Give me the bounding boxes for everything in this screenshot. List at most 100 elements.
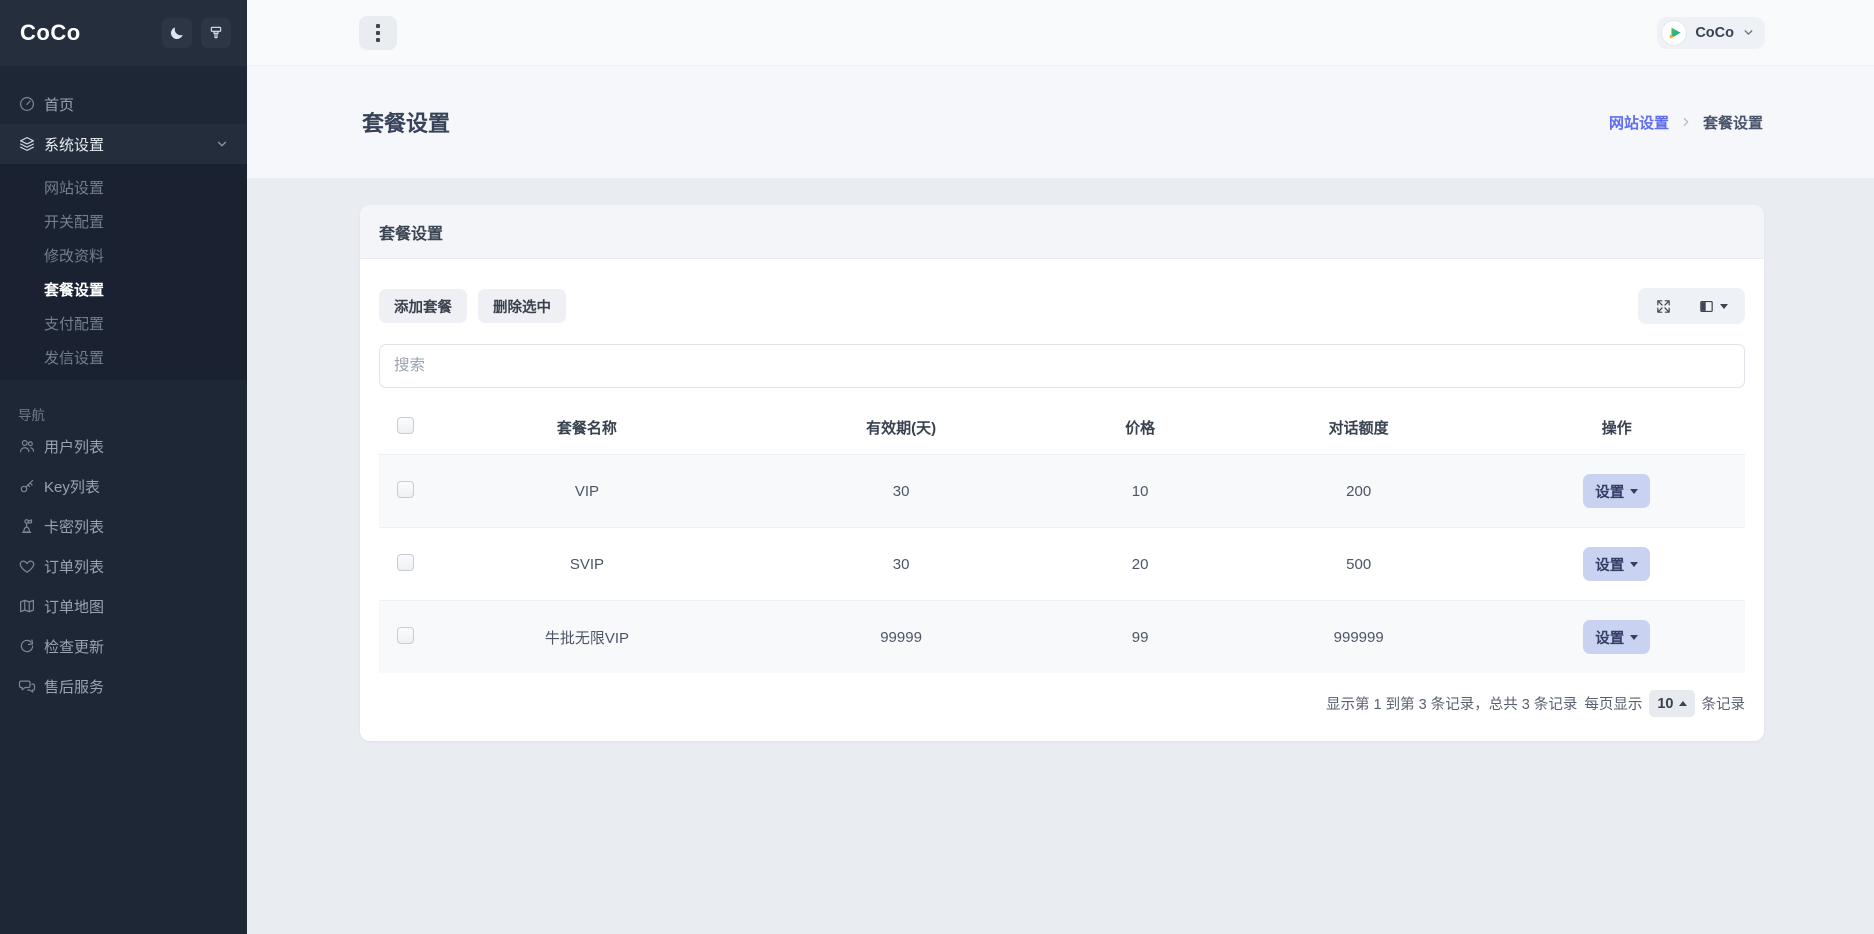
row-settings-button[interactable]: 设置: [1583, 474, 1650, 508]
delete-selected-button[interactable]: 删除选中: [478, 289, 566, 323]
cell-quota: 200: [1229, 455, 1489, 528]
caret-down-icon: [1630, 635, 1638, 640]
row-checkbox[interactable]: [397, 627, 414, 644]
main-area: CoCo 套餐设置 网站设置 套餐设置 套餐设置: [247, 0, 1874, 934]
columns-toggle-button[interactable]: [1685, 288, 1741, 324]
per-page-select[interactable]: 10: [1649, 690, 1694, 717]
pagination-bar: 显示第 1 到第 3 条记录，总共 3 条记录 每页显示 10 条记录: [379, 690, 1745, 719]
page-title: 套餐设置: [362, 106, 450, 138]
card-header: 套餐设置: [360, 205, 1764, 259]
user-menu-button[interactable]: CoCo: [1657, 17, 1765, 49]
cell-price: 10: [1051, 455, 1229, 528]
fullscreen-button[interactable]: [1642, 288, 1685, 324]
sidebar-item-order-list[interactable]: 订单列表: [0, 546, 247, 586]
search-input[interactable]: [379, 344, 1745, 388]
sidebar-item-check-update[interactable]: 检查更新: [0, 626, 247, 666]
sidebar-item-after-sales[interactable]: 售后服务: [0, 666, 247, 706]
table-row: VIP 30 10 200 设置: [379, 455, 1745, 528]
user-name: CoCo: [1695, 25, 1734, 41]
subitem-label: 修改资料: [44, 245, 104, 266]
caret-down-icon: [1630, 489, 1638, 494]
sidebar-toggle-button[interactable]: [359, 16, 397, 50]
sidebar-menu: 首页 系统设置 网站设置 开关配置 修改资料 套餐设置 支付配置 发信设置 导航: [0, 66, 247, 934]
breadcrumb-parent-link[interactable]: 网站设置: [1609, 112, 1669, 133]
subitem-label: 网站设置: [44, 177, 104, 198]
brush-icon: [208, 25, 224, 41]
row-settings-button[interactable]: 设置: [1583, 547, 1650, 581]
sidebar-subitem-payment-config[interactable]: 支付配置: [0, 306, 247, 340]
theme-button[interactable]: [201, 18, 231, 48]
page-content: 套餐设置 添加套餐 删除选中: [247, 178, 1874, 934]
cell-days: 30: [751, 455, 1052, 528]
sidebar-subitem-site-settings[interactable]: 网站设置: [0, 170, 247, 204]
caret-up-icon: [1679, 701, 1687, 706]
sidebar-item-system-settings[interactable]: 系统设置: [0, 124, 247, 164]
sidebar: CoCo 首页: [0, 0, 247, 934]
cell-days: 99999: [751, 601, 1052, 674]
add-package-button[interactable]: 添加套餐: [379, 289, 467, 323]
sidebar-item-order-map[interactable]: 订单地图: [0, 586, 247, 626]
sidebar-item-label: 售后服务: [44, 676, 104, 697]
table-row: SVIP 30 20 500 设置: [379, 528, 1745, 601]
sidebar-item-key-list[interactable]: Key列表: [0, 466, 247, 506]
sidebar-item-user-list[interactable]: 用户列表: [0, 426, 247, 466]
sidebar-item-label: Key列表: [44, 476, 100, 497]
sidebar-subitem-mail-settings[interactable]: 发信设置: [0, 340, 247, 374]
sidebar-subitem-edit-profile[interactable]: 修改资料: [0, 238, 247, 272]
sidebar-item-home[interactable]: 首页: [0, 84, 247, 124]
cell-quota: 999999: [1229, 601, 1489, 674]
table-row: 牛批无限VIP 99999 99 999999 设置: [379, 601, 1745, 674]
settings-button-label: 设置: [1595, 627, 1624, 648]
sidebar-item-label: 系统设置: [44, 134, 104, 155]
sidebar-submenu: 网站设置 开关配置 修改资料 套餐设置 支付配置 发信设置: [0, 164, 247, 380]
layers-icon: [18, 135, 36, 153]
select-all-checkbox[interactable]: [397, 417, 414, 434]
sidebar-subitem-switch-config[interactable]: 开关配置: [0, 204, 247, 238]
cell-package-name: 牛批无限VIP: [423, 601, 751, 674]
moon-icon: [169, 25, 185, 41]
settings-button-label: 设置: [1595, 554, 1624, 575]
sidebar-item-label: 订单列表: [44, 556, 104, 577]
column-header-actions: 操作: [1488, 402, 1745, 455]
column-header-quota: 对话额度: [1229, 402, 1489, 455]
table-tools: [1638, 288, 1745, 324]
row-checkbox[interactable]: [397, 481, 414, 498]
column-header-days: 有效期(天): [751, 402, 1052, 455]
subitem-label: 套餐设置: [44, 279, 104, 300]
cell-price: 99: [1051, 601, 1229, 674]
chevron-down-icon: [1742, 26, 1755, 39]
per-page-suffix: 条记录: [1702, 693, 1746, 714]
key-icon: [18, 477, 36, 495]
chat-icon: [18, 677, 36, 695]
breadcrumb: 网站设置 套餐设置: [1609, 112, 1763, 133]
sidebar-subitem-package-settings[interactable]: 套餐设置: [0, 272, 247, 306]
sidebar-section-label: 导航: [0, 402, 247, 426]
breadcrumb-current: 套餐设置: [1703, 112, 1763, 133]
package-settings-card: 套餐设置 添加套餐 删除选中: [360, 205, 1764, 741]
columns-icon: [1698, 298, 1715, 315]
column-header-name: 套餐名称: [423, 402, 751, 455]
sidebar-item-card-key-list[interactable]: 卡密列表: [0, 506, 247, 546]
card-title: 套餐设置: [379, 220, 443, 244]
cell-price: 20: [1051, 528, 1229, 601]
chevron-down-icon: [215, 137, 229, 151]
cell-package-name: VIP: [423, 455, 751, 528]
subitem-label: 发信设置: [44, 347, 104, 368]
sidebar-item-label: 检查更新: [44, 636, 104, 657]
per-page-value: 10: [1657, 696, 1673, 712]
sidebar-item-label: 订单地图: [44, 596, 104, 617]
row-checkbox[interactable]: [397, 554, 414, 571]
table-toolbar: 添加套餐 删除选中: [379, 288, 1745, 324]
chevron-right-icon: [1679, 115, 1693, 129]
row-settings-button[interactable]: 设置: [1583, 620, 1650, 654]
subitem-label: 开关配置: [44, 211, 104, 232]
table-header-row: 套餐名称 有效期(天) 价格 对话额度 操作: [379, 402, 1745, 455]
app-screen: CoCo 首页: [0, 0, 1874, 934]
page-head: 套餐设置 网站设置 套餐设置: [247, 66, 1874, 178]
sidebar-item-label: 首页: [44, 94, 74, 115]
card-key-icon: [18, 517, 36, 535]
dark-mode-button[interactable]: [162, 18, 192, 48]
caret-down-icon: [1720, 304, 1728, 309]
per-page-prefix: 每页显示: [1584, 693, 1642, 714]
cell-quota: 500: [1229, 528, 1489, 601]
